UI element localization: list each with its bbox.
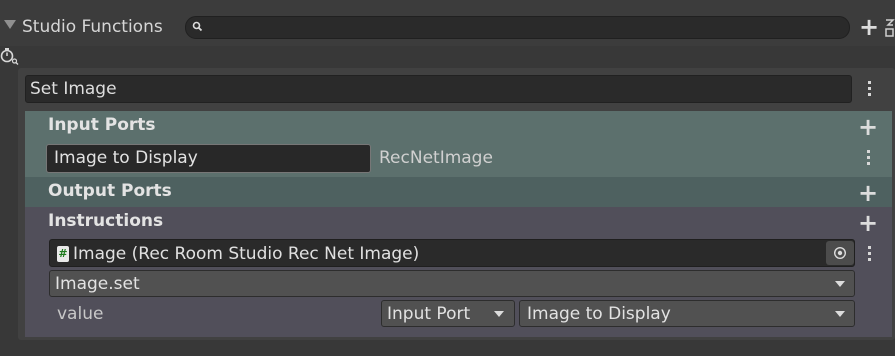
add-instruction-button[interactable]: + (858, 211, 878, 235)
input-port-type: RecNetImage (379, 148, 493, 168)
function-name: Set Image (30, 79, 117, 99)
param-port-value: Image to Display (527, 304, 671, 324)
input-port-name-field[interactable]: Image to Display (46, 144, 371, 173)
input-ports-title: Input Ports (48, 115, 156, 135)
caret-down-icon (835, 311, 845, 317)
input-port-name: Image to Display (54, 148, 198, 168)
function-name-field[interactable]: Set Image (25, 75, 852, 103)
method-value: Image.set (55, 274, 140, 294)
param-label: value (57, 304, 104, 324)
input-port-menu-button[interactable] (867, 150, 871, 168)
plus-icon: + (858, 13, 880, 41)
plus-icon: + (858, 179, 879, 207)
param-port-dropdown[interactable]: Image to Display (519, 300, 855, 327)
triangle-down-icon[interactable] (4, 20, 16, 29)
param-source-dropdown[interactable]: Input Port (381, 300, 515, 327)
search-input[interactable] (210, 18, 834, 39)
add-output-port-button[interactable]: + (858, 181, 878, 205)
plus-icon: + (858, 209, 879, 237)
instruction-object: Image (Rec Room Studio Rec Net Image) (73, 244, 420, 264)
add-input-port-button[interactable]: + (858, 115, 878, 139)
add-function-button[interactable]: + (858, 14, 880, 40)
stopwatch-search-icon[interactable] (0, 44, 20, 66)
object-picker-button[interactable] (826, 241, 854, 265)
caret-down-icon (835, 281, 845, 287)
functions-title: Studio Functions (22, 17, 163, 37)
layout-icon[interactable] (884, 16, 895, 40)
param-source-value: Input Port (387, 304, 471, 324)
script-icon: # (57, 246, 69, 262)
instruction-object-field[interactable]: Image (Rec Room Studio Rec Net Image) (49, 239, 855, 267)
output-ports-title: Output Ports (48, 181, 172, 201)
method-dropdown[interactable]: Image.set (49, 270, 855, 297)
caret-down-icon (494, 311, 504, 317)
instructions-title: Instructions (48, 211, 164, 231)
plus-icon: + (858, 113, 879, 141)
instruction-menu-button[interactable] (868, 246, 872, 264)
search-icon (192, 21, 203, 32)
function-menu-button[interactable] (868, 81, 872, 99)
object-picker-icon (833, 246, 847, 260)
search-field[interactable] (185, 16, 850, 39)
